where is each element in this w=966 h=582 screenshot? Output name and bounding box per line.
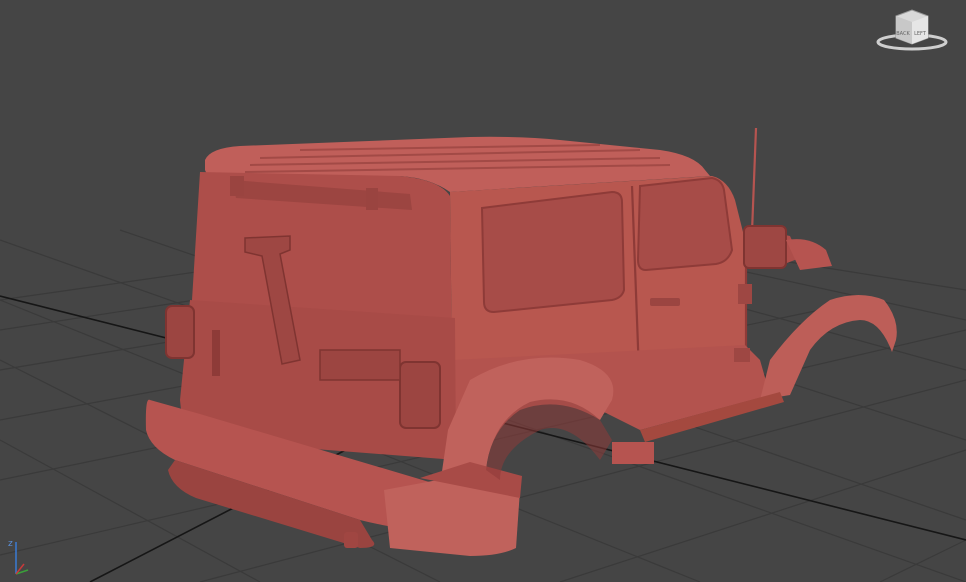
axis-z-label: z bbox=[8, 539, 13, 549]
viewcube-face-right[interactable]: LEFT bbox=[914, 31, 927, 37]
3d-viewport[interactable]: BACK LEFT z bbox=[0, 0, 966, 582]
viewcube-face-left[interactable]: BACK bbox=[896, 31, 910, 37]
antenna bbox=[750, 127, 758, 233]
vehicle-body-model bbox=[145, 136, 897, 556]
viewcube-icon[interactable]: BACK LEFT bbox=[872, 6, 952, 54]
axis-tripod-icon: z bbox=[6, 530, 30, 578]
viewport-scene bbox=[0, 127, 966, 582]
